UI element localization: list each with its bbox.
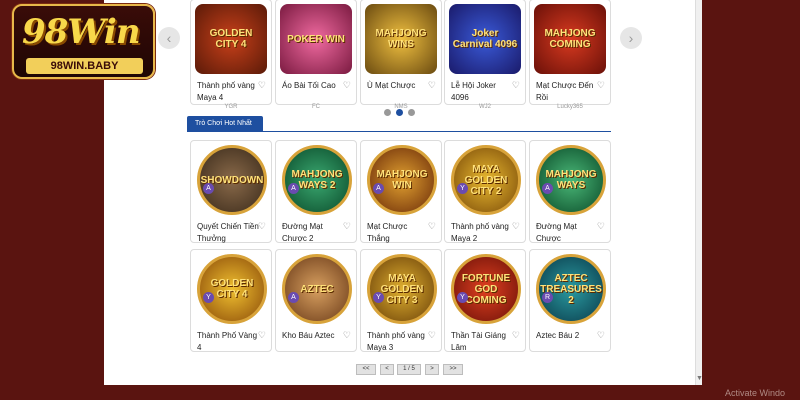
provider-chip: A	[373, 183, 384, 194]
game-thumbnail[interactable]: MAHJONG WIN A	[367, 145, 437, 215]
provider-chip: A	[542, 183, 553, 194]
section-divider	[187, 131, 611, 132]
heart-icon[interactable]: ♡	[512, 330, 520, 341]
game-thumbnail[interactable]: MAYA GOLDEN CITY 2Y	[451, 145, 521, 215]
heart-icon[interactable]: ♡	[258, 80, 266, 91]
game-name: Thành phố vàng Maya 3	[367, 331, 425, 352]
game-name: Lễ Hội Joker 4096	[451, 81, 496, 102]
pagination-current-page: 1 / 5	[397, 364, 421, 375]
chevron-right-icon[interactable]: ›	[620, 27, 642, 49]
game-name: Kho Báu Aztec	[282, 331, 335, 340]
heart-icon[interactable]: ♡	[597, 80, 605, 91]
game-provider: Lucky365	[557, 104, 583, 110]
game-thumbnail[interactable]: GOLDEN CITY 4Y	[197, 254, 267, 324]
game-logo-art: MAHJONG COMING	[544, 28, 596, 50]
game-card[interactable]: FORTUNE GOD COMING Y Thần Tài Giáng Lâm ♡	[444, 249, 526, 352]
provider-chip: Y	[457, 183, 468, 194]
heart-icon[interactable]: ♡	[597, 330, 605, 341]
game-card[interactable]: MAYA GOLDEN CITY 2 Y Thành phố vàng Maya 2…	[444, 140, 526, 243]
game-name: Mạt Chược Đến Rồi	[536, 81, 594, 102]
game-thumbnail[interactable]: Joker Carnival 4096	[449, 4, 521, 74]
game-thumbnail[interactable]: POKER WIN	[280, 4, 352, 74]
game-thumbnail[interactable]: GOLDEN CITY 4	[195, 4, 267, 74]
logo-text: 98Win	[22, 12, 141, 52]
scroll-down-arrow[interactable]: ▼	[696, 375, 703, 382]
game-thumbnail[interactable]: AZTEC TREASURES 2R	[536, 254, 606, 324]
game-thumbnail[interactable]: SHOWDOWN A	[197, 145, 267, 215]
game-thumbnail[interactable]: MAHJONG WINS	[365, 4, 437, 74]
carousel-dot[interactable]	[384, 109, 391, 116]
provider-chip: A	[203, 183, 214, 194]
game-card[interactable]: MAHJONG WAYS A Đường Mạt Chược ♡	[529, 140, 611, 243]
game-name: Thần Tài Giáng Lâm	[451, 331, 506, 352]
game-thumbnail[interactable]: FORTUNE GOD COMING Y	[451, 254, 521, 324]
game-name: Thành Phố Vàng 4	[197, 331, 258, 352]
provider-chip: A	[288, 183, 299, 194]
game-logo-art: POKER WIN	[287, 33, 345, 45]
heart-icon[interactable]: ♡	[343, 221, 351, 232]
game-logo-art: Joker Carnival 4096	[452, 28, 518, 50]
game-card[interactable]: GOLDEN CITY 4 Y Thành Phố Vàng 4 ♡	[190, 249, 272, 352]
heart-icon[interactable]: ♡	[428, 330, 436, 341]
heart-icon[interactable]: ♡	[512, 80, 520, 91]
game-card[interactable]: GOLDEN CITY 4 Thành phố vàng Maya 4 ♡ YGR	[190, 0, 272, 110]
game-logo-art: AZTEC	[300, 283, 334, 295]
game-thumbnail[interactable]: AZTEC A	[282, 254, 352, 324]
heart-icon[interactable]: ♡	[597, 221, 605, 232]
logo-domain: 98WIN.BABY	[26, 58, 143, 74]
chevron-left-icon[interactable]: ‹	[158, 27, 180, 49]
game-card[interactable]: MAHJONG COMING Mạt Chược Đến Rồi ♡ Lucky365	[529, 0, 611, 110]
heart-icon[interactable]: ♡	[343, 80, 351, 91]
game-name: Áo Bài Tối Cao	[282, 81, 336, 90]
game-name: Thành phố vàng Maya 4	[197, 81, 255, 102]
game-thumbnail[interactable]: MAHJONG WAYS A	[536, 145, 606, 215]
heart-icon[interactable]: ♡	[258, 330, 266, 341]
heart-icon[interactable]: ♡	[428, 221, 436, 232]
game-name: Mạt Chược Thắng	[367, 222, 408, 243]
provider-chip: Y	[457, 292, 468, 303]
game-provider: YGR	[224, 104, 238, 110]
pagination-last-button[interactable]: >>	[443, 364, 463, 375]
section-title[interactable]: Trò Chơi Hot Nhất	[187, 116, 263, 131]
windows-activation-watermark: Activate Windo	[725, 388, 786, 398]
game-card[interactable]: SHOWDOWN A Quyết Chiến Tiền Thưởng ♡	[190, 140, 272, 243]
scrollbar[interactable]	[695, 0, 702, 385]
brand-logo[interactable]: 98Win 98WIN.BABY	[12, 4, 155, 79]
carousel-dot[interactable]	[396, 109, 403, 116]
game-card[interactable]: MAYA GOLDEN CITY 3 Y Thành phố vàng Maya 3…	[360, 249, 442, 352]
game-logo-art: GOLDEN CITY 4	[209, 28, 253, 50]
game-name: Thành phố vàng Maya 2	[451, 222, 509, 243]
game-name: Quyết Chiến Tiền Thưởng	[197, 222, 259, 243]
provider-chip: Y	[203, 292, 214, 303]
game-name: Đường Mạt Chược 2	[282, 222, 323, 243]
game-card[interactable]: AZTEC A Kho Báu Aztec ♡	[275, 249, 357, 352]
game-thumbnail[interactable]: MAHJONG COMING	[534, 4, 606, 74]
game-thumbnail[interactable]: MAYA GOLDEN CITY 3Y	[367, 254, 437, 324]
game-card[interactable]: POKER WIN Áo Bài Tối Cao ♡ FC	[275, 0, 357, 110]
game-card[interactable]: MAHJONG WIN A Mạt Chược Thắng ♡	[360, 140, 442, 243]
game-card[interactable]: AZTEC TREASURES 2 R Aztec Báu 2 ♡	[529, 249, 611, 352]
game-name: Aztec Báu 2	[536, 331, 580, 340]
game-provider: WJ2	[479, 104, 491, 110]
game-card[interactable]: Joker Carnival 4096 Lễ Hội Joker 4096 ♡ WJ2	[444, 0, 526, 110]
heart-icon[interactable]: ♡	[428, 80, 436, 91]
game-card[interactable]: MAHJONG WINS Ù Mạt Chược ♡ NMS	[360, 0, 442, 110]
carousel-dot[interactable]	[408, 109, 415, 116]
pagination-prev-button[interactable]: <	[380, 364, 394, 375]
pagination-first-button[interactable]: <<	[356, 364, 376, 375]
provider-chip: A	[288, 292, 299, 303]
game-name: Đường Mạt Chược	[536, 222, 577, 243]
game-logo-art: MAHJONG WINS	[375, 28, 427, 50]
provider-chip: R	[542, 292, 553, 303]
provider-chip: Y	[373, 292, 384, 303]
game-card[interactable]: MAHJONG WAYS 2 A Đường Mạt Chược 2 ♡	[275, 140, 357, 243]
game-provider: FC	[312, 104, 320, 110]
game-name: Ù Mạt Chược	[367, 81, 416, 90]
game-thumbnail[interactable]: MAHJONG WAYS 2A	[282, 145, 352, 215]
pagination-next-button[interactable]: >	[425, 364, 439, 375]
heart-icon[interactable]: ♡	[343, 330, 351, 341]
heart-icon[interactable]: ♡	[512, 221, 520, 232]
heart-icon[interactable]: ♡	[258, 221, 266, 232]
